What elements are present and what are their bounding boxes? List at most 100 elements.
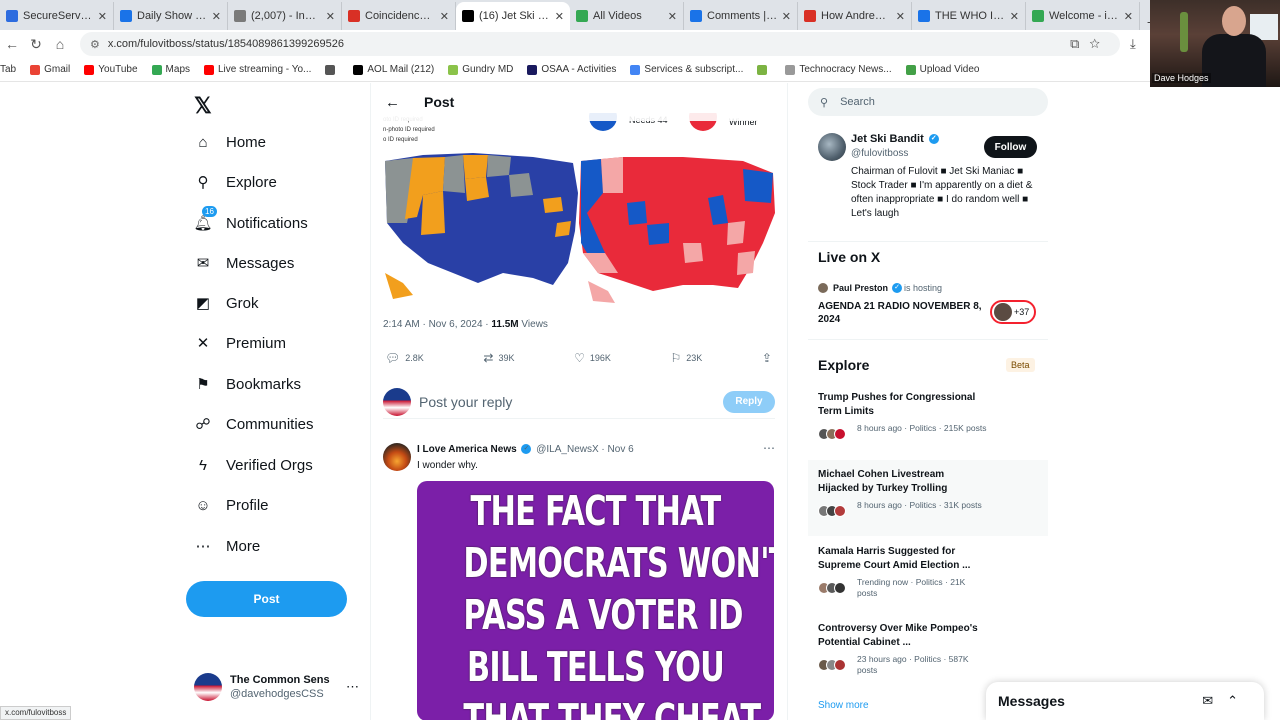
home-icon[interactable]: ⌂ xyxy=(48,36,72,52)
nav-item-more[interactable]: ⋯ More xyxy=(194,537,261,556)
browser-tab[interactable]: (16) Jet Ski Bandit ✕ xyxy=(456,2,570,30)
reply-tweet-avatar[interactable] xyxy=(383,443,411,471)
post-actions: 💬︎ 2.8K ⇄ 39K ♡ 196K ⚐ 23K ⇪ xyxy=(385,351,777,365)
browser-tab[interactable]: Comments | The C ✕ xyxy=(684,2,798,30)
browser-tab[interactable]: All Videos ✕ xyxy=(570,2,684,30)
nav-item-profile[interactable]: ☺ Profile xyxy=(194,496,268,514)
search-input[interactable]: ⚲ Search xyxy=(808,88,1048,116)
browser-tab[interactable]: (2,007) - Inbox - 2 ✕ xyxy=(228,2,342,30)
trend-item[interactable]: Kamala Harris Suggested for Supreme Cour… xyxy=(808,537,1048,613)
bookmark-item[interactable]: Maps xyxy=(151,64,190,75)
profile-avatar[interactable] xyxy=(818,133,846,161)
nav-item-bookmarks[interactable]: ⚑ Bookmarks xyxy=(194,375,301,394)
bookmark-item[interactable]: Upload Video xyxy=(905,64,979,75)
reply-input[interactable]: Post your reply xyxy=(419,394,512,410)
more-icon[interactable]: ⋯ xyxy=(346,679,359,695)
close-tab-icon[interactable]: ✕ xyxy=(98,10,107,23)
reply-tweet-image[interactable]: THE FACT THAT DEMOCRATS WON'T PASS A VOTER… xyxy=(417,481,774,720)
nav-item-messages[interactable]: ✉ Messages xyxy=(194,254,295,273)
reload-icon[interactable]: ↻ xyxy=(24,36,48,53)
browser-tab[interactable]: THE WHO IS TRYI ✕ xyxy=(912,2,1026,30)
bookmark-item[interactable]: Gundry MD xyxy=(448,64,513,75)
reply-tweet-name[interactable]: I Love America News xyxy=(417,444,517,455)
messages-drawer[interactable]: Messages ✉⌃ xyxy=(986,682,1264,720)
tab-title: (16) Jet Ski Bandit xyxy=(479,10,551,22)
share-action[interactable]: ⇪ xyxy=(762,351,777,365)
bookmark-item[interactable]: Gmail xyxy=(30,64,70,75)
download-icon[interactable]: ⤓ xyxy=(1130,36,1136,52)
nav-item-notifications[interactable]: 🔔︎ 16 Notifications xyxy=(193,206,308,232)
post-button[interactable]: Post xyxy=(186,581,347,617)
follow-button[interactable]: Follow xyxy=(984,136,1037,158)
close-tab-icon[interactable]: ✕ xyxy=(212,10,221,23)
address-bar[interactable]: ⚙ x.com/fulovitboss/status/1854089861399… xyxy=(80,32,1120,56)
browser-tab[interactable]: SecureServer.tv ✕ xyxy=(0,2,114,30)
bookmark-item[interactable]: Live streaming - Yo... xyxy=(204,64,311,75)
tab-title: All Videos xyxy=(593,10,642,22)
trend-item[interactable]: Trump Pushes for Congressional Term Limi… xyxy=(808,383,1048,459)
live-on-x-heading: Live on X xyxy=(818,249,881,265)
site-info-icon[interactable]: ⚙ xyxy=(90,38,100,51)
reply-button[interactable]: Reply xyxy=(723,390,775,413)
tab-title: Coincidence? Kam xyxy=(365,10,436,22)
election-maps-image[interactable]: oto ID required n-photo ID required o ID… xyxy=(383,113,775,305)
trend-item[interactable]: Controversy Over Mike Pompeo's Potential… xyxy=(808,614,1048,690)
bookmark-favicon-icon xyxy=(757,64,768,75)
bookmark-item[interactable]: YouTube xyxy=(84,64,138,75)
browser-tab[interactable]: Coincidence? Kam ✕ xyxy=(342,2,456,30)
live-host[interactable]: Paul Preston ✓ is hosting xyxy=(818,283,942,293)
reply-action[interactable]: 💬︎ 2.8K xyxy=(385,351,424,365)
nav-item-verified-orgs[interactable]: ϟ Verified Orgs xyxy=(194,456,313,474)
bookmark-label: Technocracy News... xyxy=(799,64,892,75)
verified-badge-icon: ✓ xyxy=(928,134,939,145)
back-icon[interactable]: ← xyxy=(0,36,24,52)
bookmark-item[interactable]: AOL Mail (212) xyxy=(353,64,434,75)
live-space-title[interactable]: AGENDA 21 RADIO NOVEMBER 8, 2024 xyxy=(818,300,983,326)
browser-tab[interactable]: Welcome - iWant ✕ xyxy=(1026,2,1140,30)
close-tab-icon[interactable]: ✕ xyxy=(326,10,335,23)
bookmark-item[interactable]: Services & subscript... xyxy=(630,64,743,75)
bookmark-favicon-icon xyxy=(204,64,214,75)
more-icon[interactable]: ⋯ xyxy=(763,441,775,455)
bookmark-item[interactable]: Technocracy News... xyxy=(785,64,892,75)
bookmark-star-icon[interactable]: ⧉☆ xyxy=(1070,36,1110,52)
bookmark-item[interactable]: Tab xyxy=(0,64,16,75)
verified-badge-icon: ✓ xyxy=(892,283,903,293)
close-tab-icon[interactable]: ✕ xyxy=(1010,10,1019,23)
x-logo-icon[interactable]: 𝕏 xyxy=(194,93,212,119)
close-tab-icon[interactable]: ✕ xyxy=(440,10,449,23)
bookmark-item[interactable]: OSAA - Activities xyxy=(527,64,616,75)
close-tab-icon[interactable]: ✕ xyxy=(668,10,677,23)
main-column: ← Post oto ID required n xyxy=(370,83,788,720)
bookmark-favicon-icon xyxy=(84,64,95,75)
close-tab-icon[interactable]: ✕ xyxy=(896,10,905,23)
like-action[interactable]: ♡ 196K xyxy=(574,351,611,365)
nav-item-communities[interactable]: ☍ Communities xyxy=(194,415,313,434)
live-listener-count[interactable]: +37 xyxy=(990,300,1036,324)
profile-name[interactable]: Jet Ski Bandit ✓ xyxy=(851,133,941,145)
nav-item-grok[interactable]: ◩ Grok xyxy=(194,294,259,313)
close-tab-icon[interactable]: ✕ xyxy=(555,10,564,23)
new-message-icon[interactable]: ✉⌃ xyxy=(1202,693,1252,709)
bookmark-icon: ⚐ xyxy=(670,351,682,365)
back-arrow-icon[interactable]: ← xyxy=(385,94,400,111)
status-bar-url: x.com/fulovitboss xyxy=(0,706,72,720)
trend-item[interactable]: Michael Cohen Livestream Hijacked by Tur… xyxy=(808,460,1048,536)
timestamp-text[interactable]: 2:14 AM · Nov 6, 2024 · xyxy=(383,319,491,330)
nav-item-explore[interactable]: ⚲ Explore xyxy=(194,173,277,192)
close-tab-icon[interactable]: ✕ xyxy=(782,10,791,23)
tab-favicon-icon xyxy=(6,10,18,22)
bookmark-action[interactable]: ⚐ 23K xyxy=(671,351,703,365)
profile-handle[interactable]: @fulovitboss xyxy=(851,148,908,159)
nav-item-home[interactable]: ⌂ Home xyxy=(194,133,266,151)
browser-tab[interactable]: Daily Show - Drop ✕ xyxy=(114,2,228,30)
reply-tweet-handle[interactable]: @ILA_NewsX · Nov 6 xyxy=(536,444,633,455)
repost-action[interactable]: ⇄ 39K xyxy=(483,351,514,365)
close-tab-icon[interactable]: ✕ xyxy=(1124,10,1133,23)
nav-item-premium[interactable]: ✕ Premium xyxy=(194,334,286,353)
show-more-link[interactable]: Show more xyxy=(818,700,869,711)
bookmark-item[interactable] xyxy=(325,64,339,75)
bookmark-item[interactable] xyxy=(757,64,771,75)
browser-tab[interactable]: How Andrew Jack ✕ xyxy=(798,2,912,30)
account-switcher[interactable]: The Common Sens @davehodgesCSS ⋯ xyxy=(194,673,359,701)
